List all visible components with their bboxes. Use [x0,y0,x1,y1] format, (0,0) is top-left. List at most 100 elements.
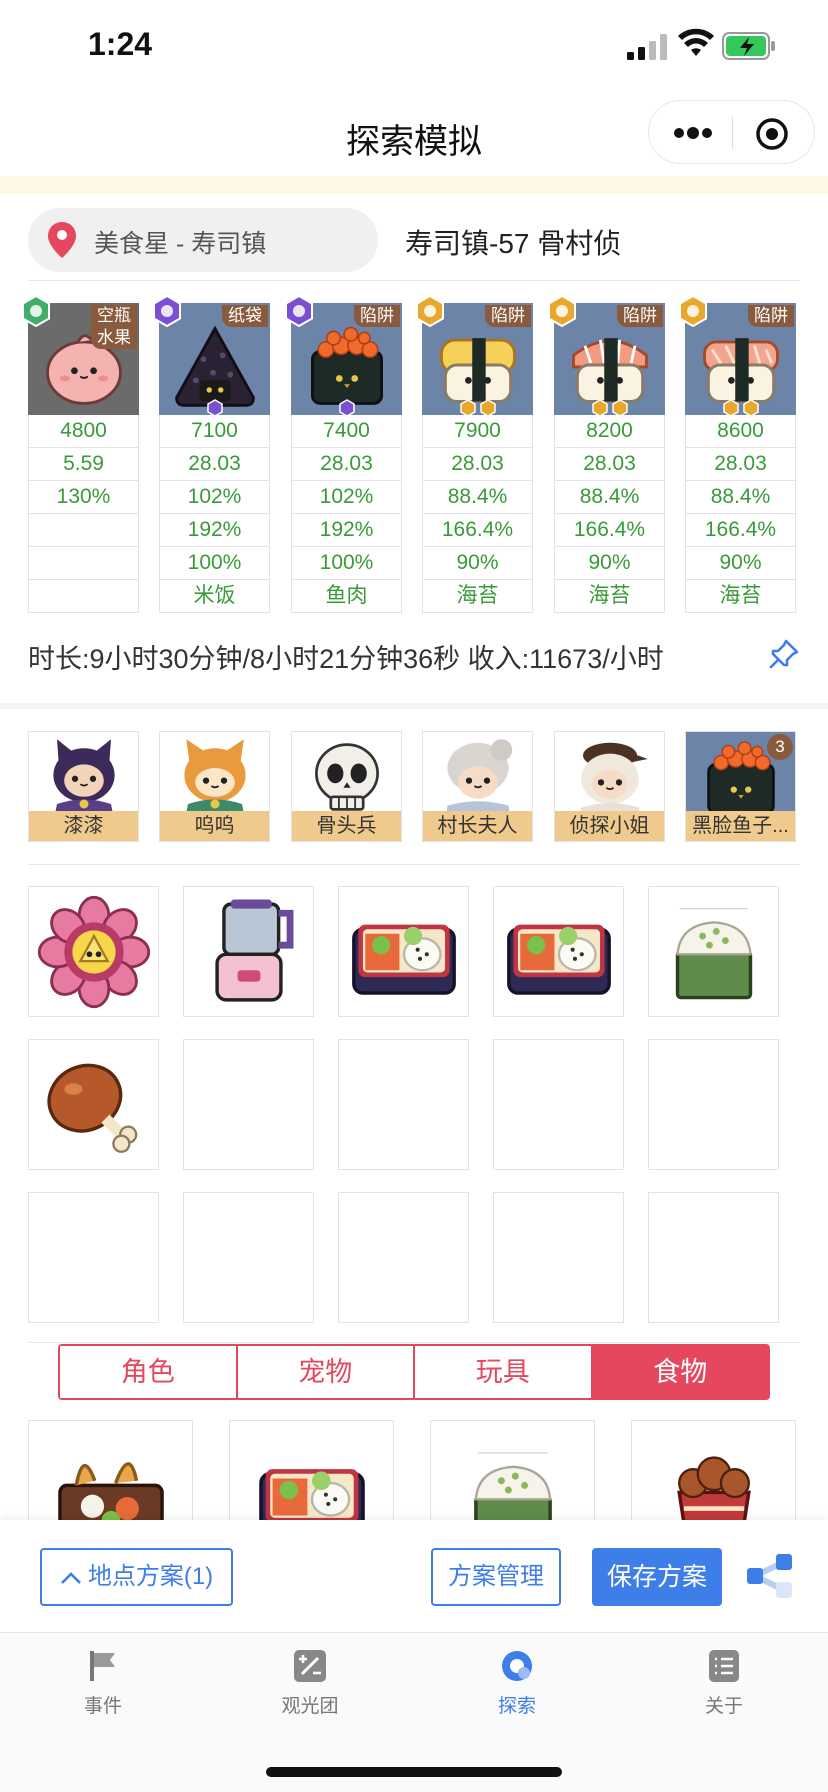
stat-value: 鱼肉 [291,580,402,613]
empty-item-slot[interactable] [493,1039,624,1170]
stat-value: 4800 [28,415,139,448]
status-time: 1:24 [88,26,153,62]
team-member-name: 侦探小姐 [555,811,664,841]
empty-item-slot[interactable] [338,1039,469,1170]
tab-tour-group[interactable]: 观光团 [235,1649,385,1718]
more-icon[interactable] [671,123,715,143]
category-tab[interactable]: 玩具 [415,1346,593,1398]
trait-tag: 陷阱 [748,305,794,327]
flag-icon [90,1651,115,1681]
list-icon [709,1650,739,1682]
stat-value: 28.03 [159,448,270,481]
team-member-name: 骨头兵 [292,811,401,841]
bento-box-icon [254,1439,370,1530]
team-member-name: 呜呜 [160,811,269,841]
pin-icon[interactable] [768,638,800,670]
character-stat-card[interactable]: 陷阱 8600 28.03 88.4% 166.4% 90% 海苔 [679,294,796,613]
stat-value: 海苔 [422,580,533,613]
picker-item[interactable] [430,1420,595,1530]
character-stat-card[interactable]: 陷阱 8200 28.03 88.4% 166.4% 90% 海苔 [548,294,665,613]
stat-value: 5.59 [28,448,139,481]
team-member[interactable]: 黑脸鱼子... 3 [685,731,796,842]
team-member[interactable]: 村长夫人 [422,731,533,842]
item-slot[interactable] [28,886,159,1017]
character-stat-card[interactable]: 纸袋 7100 28.03 102% 192% 100% 米饭 [153,294,270,613]
category-tab[interactable]: 角色 [60,1346,238,1398]
category-tab[interactable]: 食物 [592,1346,768,1398]
tab-about[interactable]: 关于 [649,1649,799,1718]
stat-value: 8200 [554,415,665,448]
tab-events[interactable]: 事件 [28,1649,178,1718]
empty-item-slot[interactable] [648,1192,779,1323]
rank-gem-icon [591,399,629,415]
empty-item-slot[interactable] [183,1039,314,1170]
character-stat-card[interactable]: 陷阱 7900 28.03 88.4% 166.4% 90% 海苔 [416,294,533,613]
trait-tag: 陷阱 [354,305,400,327]
section-separator [0,703,828,709]
cellular-signal-icon [627,34,667,60]
category-tabs: 角色 宠物 玩具 食物 [58,1344,770,1400]
item-slot[interactable] [493,886,624,1017]
bento-box-icon [502,895,616,1014]
explore-icon [502,1651,532,1681]
team-member-name: 村长夫人 [423,811,532,841]
rank-gem-icon [206,399,224,415]
character-stat-card[interactable]: 空瓶 水果 4800 5.59 130% [22,294,139,613]
stat-value: 166.4% [422,514,533,547]
item-slot[interactable] [338,886,469,1017]
item-slot[interactable] [28,1039,159,1170]
close-target-icon[interactable] [755,117,789,151]
picker-item[interactable] [229,1420,394,1530]
rarity-badge-icon [283,294,315,328]
save-plan-button[interactable]: 保存方案 [592,1548,722,1606]
trait-tag: 陷阱 [617,305,663,327]
character-stat-card[interactable]: 陷阱 7400 28.03 102% 192% 100% 鱼肉 [285,294,402,613]
tab-explore[interactable]: 探索 [442,1649,592,1718]
duration-income-summary: 时长:9小时30分钟/8小时21分钟36秒 收入:11673/小时 [28,644,664,674]
manage-plans-button[interactable]: 方案管理 [431,1548,561,1606]
team-member[interactable]: 骨头兵 [291,731,402,842]
stat-value [28,580,139,613]
divider [28,864,800,865]
stat-value: 8600 [685,415,796,448]
category-tab[interactable]: 宠物 [237,1346,415,1398]
wifi-icon [678,28,714,56]
team-member[interactable]: 呜呜 [159,731,270,842]
empty-item-slot[interactable] [648,1039,779,1170]
tab-label: 关于 [704,1696,743,1717]
empty-item-slot[interactable] [338,1192,469,1323]
rank-gem-icon [459,399,497,415]
picker-item[interactable] [28,1420,193,1530]
share-icon[interactable] [746,1554,794,1598]
rarity-badge-icon [546,294,578,328]
location-plans-button[interactable]: 地点方案(1) [40,1548,233,1606]
action-bar: 地点方案(1) 方案管理 保存方案 [0,1520,828,1632]
stat-value: 海苔 [685,580,796,613]
team-member[interactable]: 侦探小姐 [554,731,665,842]
item-slot[interactable] [183,886,314,1017]
tab-label: 观光团 [281,1696,339,1717]
location-selector[interactable]: 美食星 - 寿司镇 [28,208,378,272]
empty-item-slot[interactable] [493,1192,624,1323]
empty-item-slot[interactable] [183,1192,314,1323]
empty-item-slot[interactable] [28,1192,159,1323]
stat-value: 88.4% [422,481,533,514]
picker-item[interactable] [631,1420,796,1530]
stat-value: 100% [159,547,270,580]
flower-badge-icon [37,895,151,1014]
rank-gem-icon [338,399,356,415]
stat-value [28,514,139,547]
stat-value: 102% [291,481,402,514]
rank-gem-icon [722,399,760,415]
stat-value: 米饭 [159,580,270,613]
home-indicator [266,1767,562,1777]
trait-tag: 陷阱 [485,305,531,327]
divider [28,1342,800,1343]
stat-value: 90% [685,547,796,580]
team-member[interactable]: 漆漆 [28,731,139,842]
item-slot[interactable] [648,886,779,1017]
chevron-up-icon [60,1571,81,1584]
stat-value: 海苔 [554,580,665,613]
stat-value: 166.4% [685,514,796,547]
drumstick-icon [37,1048,151,1167]
